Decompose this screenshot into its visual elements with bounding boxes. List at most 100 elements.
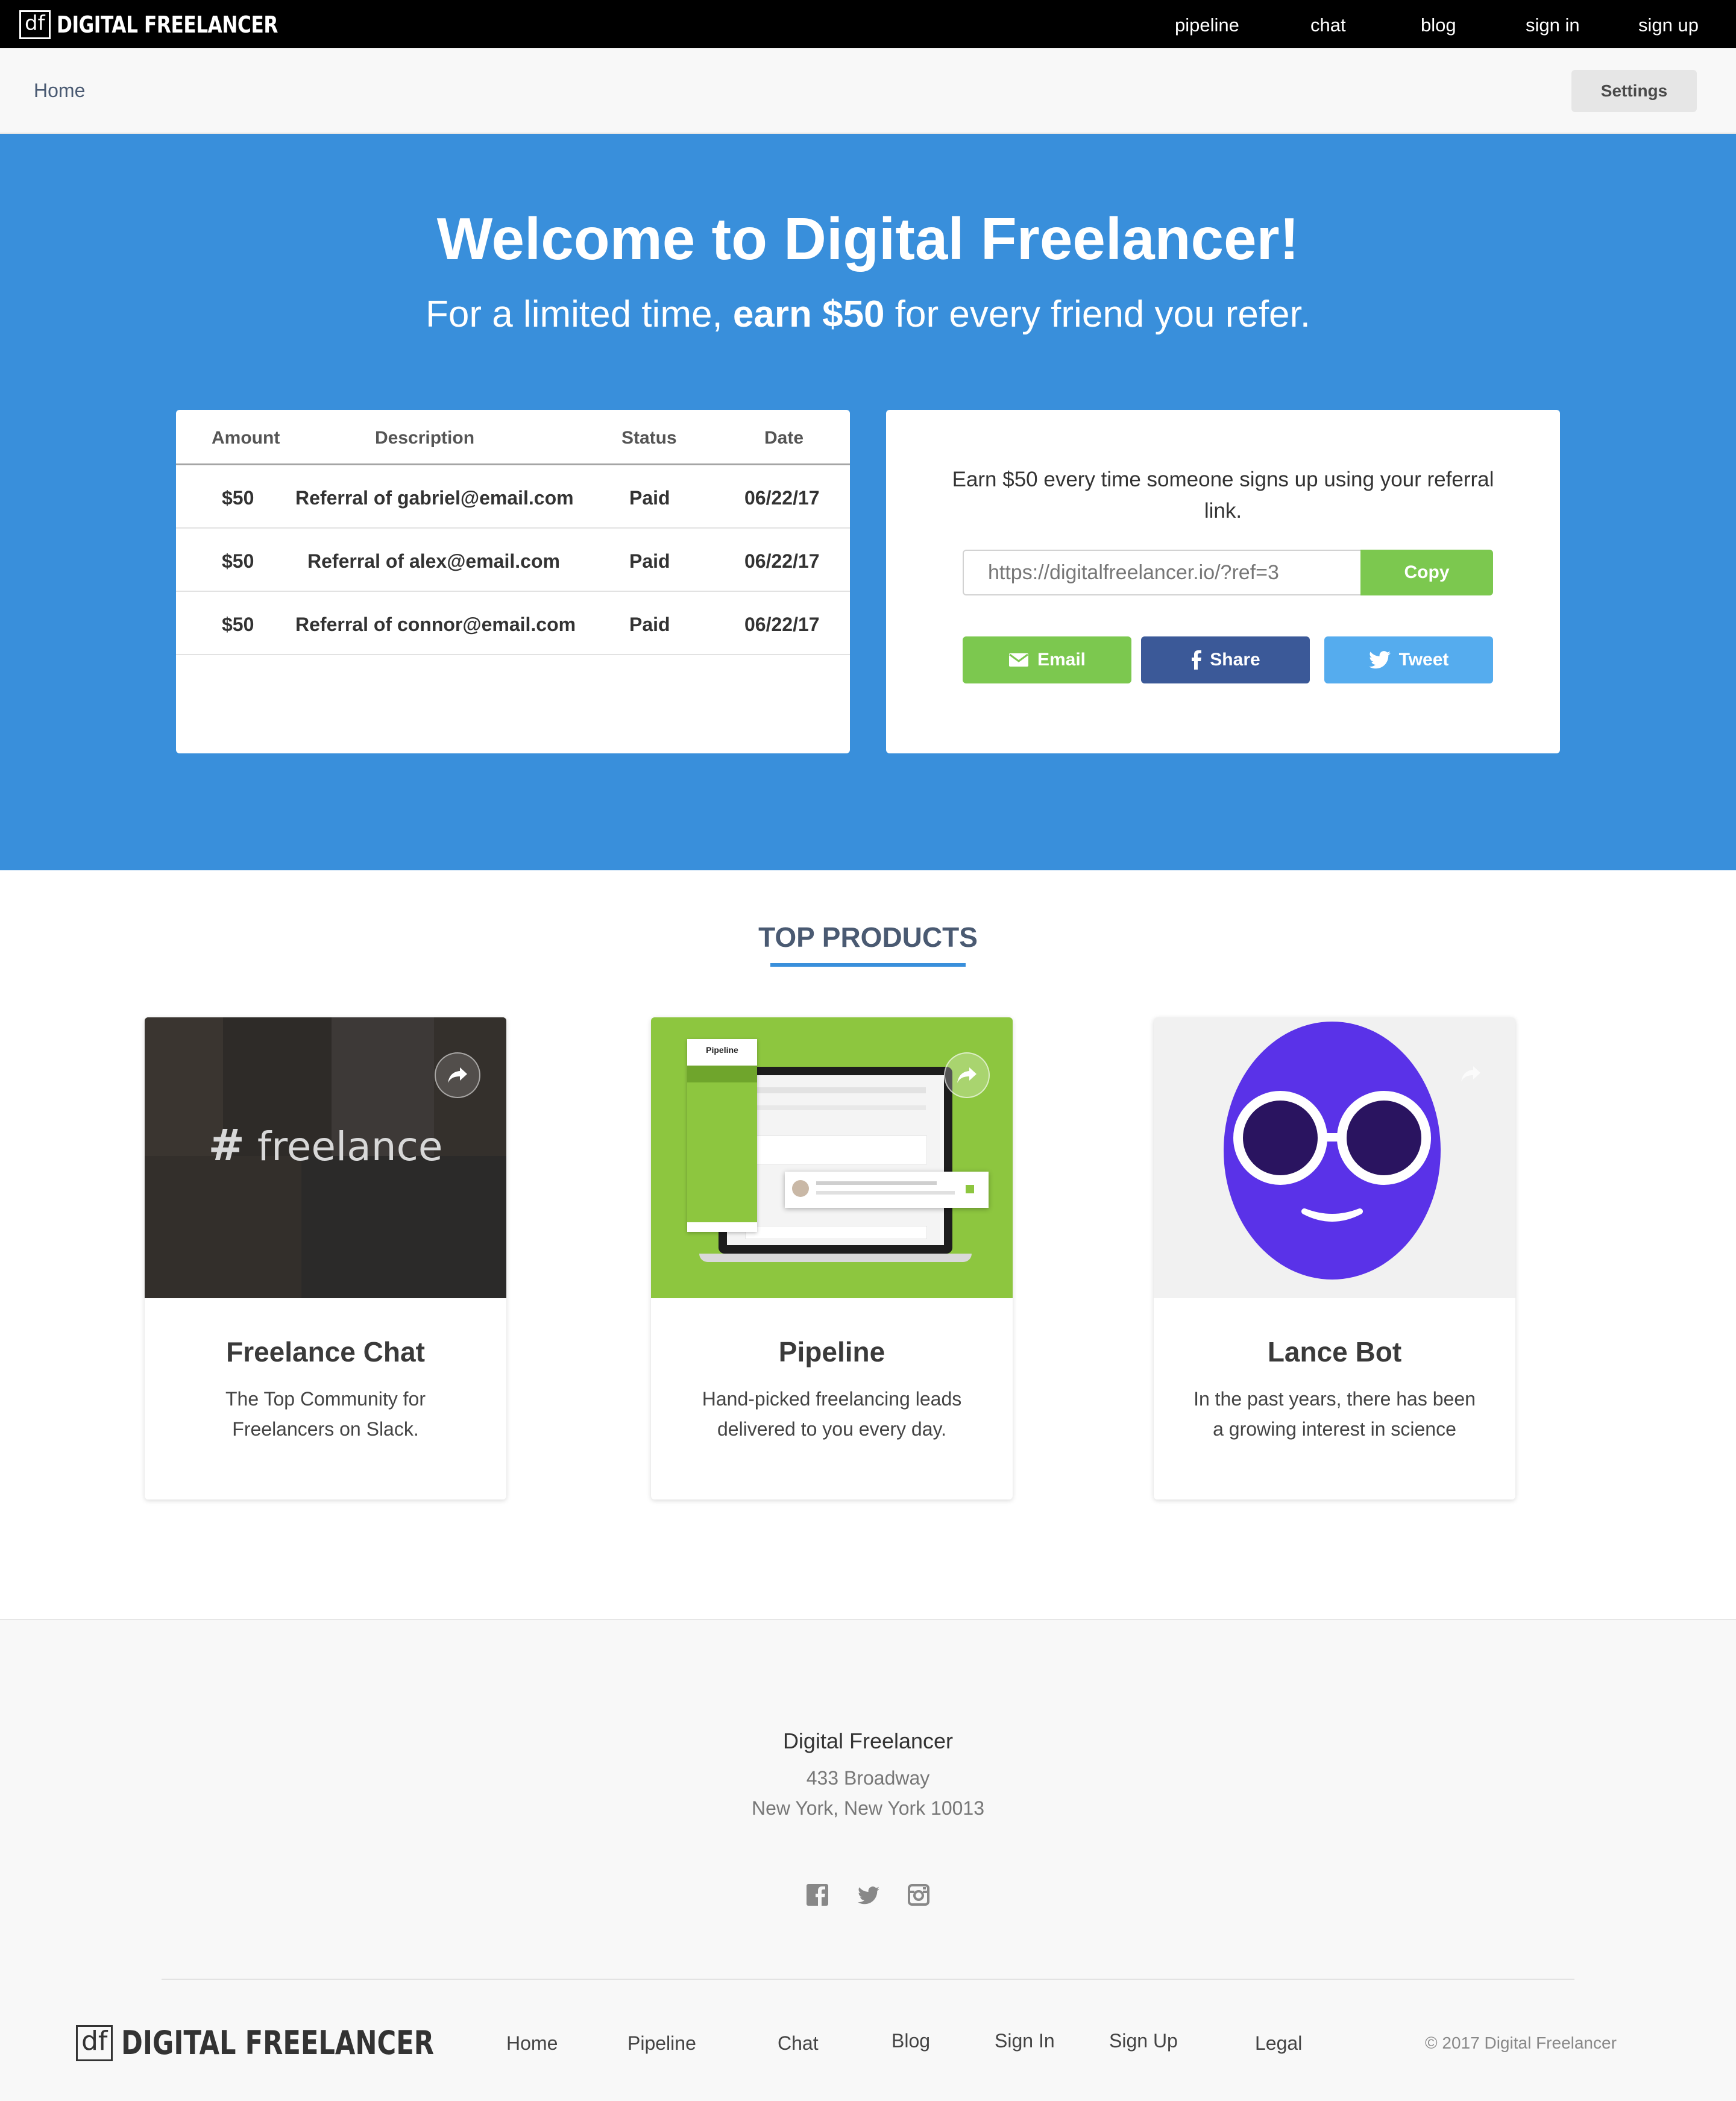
cell-description: Referral of alex@email.com [307,550,560,572]
nav-link-sign-up[interactable]: sign up [1638,14,1699,36]
logo-mark: df [19,10,51,39]
add-icon [966,1185,974,1193]
app-screen [727,1075,944,1245]
share-icon[interactable] [944,1052,990,1098]
cell-amount: $50 [222,487,254,509]
lead-row [745,1226,927,1239]
email-button-label: Email [1037,650,1086,670]
photo-tile [145,1156,301,1298]
share-icon[interactable] [435,1052,480,1098]
sidebar-active-item [687,1066,757,1082]
freelance-logo: # freelance [145,1120,506,1170]
hero-subtitle: For a limited time, earn $50 for every f… [0,293,1736,336]
hero-title: Welcome to Digital Freelancer! [436,206,1300,272]
twitter-icon[interactable] [857,1886,880,1905]
tweet-button[interactable]: Tweet [1324,636,1493,683]
referral-link-input[interactable] [963,550,1360,595]
product-title: Freelance Chat [226,1336,425,1368]
referral-link-card: Earn $50 every time someone signs up usi… [886,410,1560,753]
cell-amount: $50 [222,614,254,635]
table-row: $50 Referral of alex@email.com Paid 06/2… [176,529,850,592]
logo-text: DIGITAL FREELANCER [56,11,278,38]
column-header-amount: Amount [212,428,280,448]
copy-button[interactable]: Copy [1360,550,1493,595]
top-products-title: TOP PRODUCTS [758,922,978,953]
freelance-chat-image: # freelance [145,1017,506,1298]
nav-link-sign-in[interactable]: sign in [1526,14,1580,36]
cell-status: Paid [629,614,670,635]
laptop-base [699,1254,972,1262]
product-title: Lance Bot [1267,1336,1402,1368]
product-description: Hand-picked freelancing leads delivered … [702,1388,962,1440]
settings-button[interactable]: Settings [1571,70,1697,112]
nav-link-pipeline[interactable]: pipeline [1175,14,1239,36]
nav-link-chat[interactable]: chat [1310,14,1346,36]
product-title: Pipeline [778,1336,885,1368]
footer-link-pipeline[interactable]: Pipeline [627,2032,696,2055]
hashtag-icon: # [208,1120,245,1170]
product-description: In the past years, there has been a grow… [1194,1388,1476,1440]
avatar [792,1180,809,1197]
screen-bar [745,1105,926,1110]
nav-link-blog[interactable]: blog [1421,14,1456,36]
email-button[interactable]: Email [963,636,1131,683]
photo-tile [301,1156,506,1298]
footer-address-line2: New York, New York 10013 [751,1797,985,1819]
share-icon[interactable] [1449,1052,1492,1096]
column-header-date: Date [764,428,804,448]
section-underline [770,963,966,967]
sidebar-menu [687,1066,757,1222]
screen-bar [745,1087,926,1093]
footer-address-line1: 433 Broadway [806,1767,930,1789]
footer-logo[interactable]: df DIGITAL FREELANCER [76,2024,512,2062]
cell-description: Referral of connor@email.com [295,614,576,635]
table-row: $50 Referral of gabriel@email.com Paid 0… [176,465,850,529]
cell-date: 06/22/17 [744,550,820,572]
hero-subtitle-bold: earn $50 [732,294,885,335]
lance-bot-face-icon [1224,1022,1441,1280]
facebook-icon [1192,650,1202,670]
cell-status: Paid [629,487,670,509]
table-row: $50 Referral of connor@email.com Paid 06… [176,592,850,655]
footer-logo-mark: df [76,2024,113,2061]
footer-link-home[interactable]: Home [506,2032,558,2055]
footer-divider [162,1979,1574,1980]
referrals-table-card: Amount Description Status Date $50 Refer… [176,410,850,753]
mail-icon [1008,653,1028,667]
text-line [816,1191,955,1195]
product-description: The Top Community for Freelancers on Sla… [225,1388,426,1440]
hero-subtitle-pre: For a limited time, [426,294,733,335]
pipeline-image: Pipeline [651,1017,1013,1298]
product-card-freelance-chat[interactable]: # freelance Freelance Chat The Top Commu… [145,1017,506,1500]
footer-link-blog[interactable]: Blog [892,2030,930,2052]
footer-logo-text: DIGITAL FREELANCER [121,2024,435,2062]
lance-bot-image [1154,1017,1515,1298]
footer-copyright: © 2017 Digital Freelancer [1425,2033,1617,2052]
cell-amount: $50 [222,550,254,572]
column-header-description: Description [375,428,475,448]
footer-company-name: Digital Freelancer [782,1729,954,1753]
footer-link-chat[interactable]: Chat [778,2032,819,2055]
facebook-icon[interactable] [807,1884,828,1906]
table-header: Amount Description Status Date [176,410,850,465]
referral-description: Earn $50 every time someone signs up usi… [952,468,1494,523]
pipeline-sidebar: Pipeline [687,1039,757,1232]
pipeline-sidebar-title: Pipeline [706,1045,738,1055]
footer-link-sign-up[interactable]: Sign Up [1109,2030,1178,2052]
product-card-lance-bot[interactable]: Lance Bot In the past years, there has b… [1154,1017,1515,1500]
cell-date: 06/22/17 [744,487,820,509]
tweet-button-label: Tweet [1398,650,1449,670]
breadcrumb-home[interactable]: Home [34,80,85,102]
sub-header [0,48,1736,134]
facebook-share-button[interactable]: Share [1141,636,1310,683]
share-button-label: Share [1210,650,1260,670]
instagram-icon[interactable] [908,1884,929,1906]
cell-status: Paid [629,550,670,572]
hero-subtitle-post: for every friend you refer. [884,294,1310,335]
text-line [816,1181,937,1185]
product-card-pipeline[interactable]: Pipeline Pipeline Hand-picked freelancin… [651,1017,1013,1500]
freelance-logo-text: freelance [257,1123,443,1170]
footer-link-sign-in[interactable]: Sign In [995,2030,1055,2052]
brand-logo[interactable]: df DIGITAL FREELANCER [19,10,326,39]
footer-link-legal[interactable]: Legal [1255,2032,1302,2055]
